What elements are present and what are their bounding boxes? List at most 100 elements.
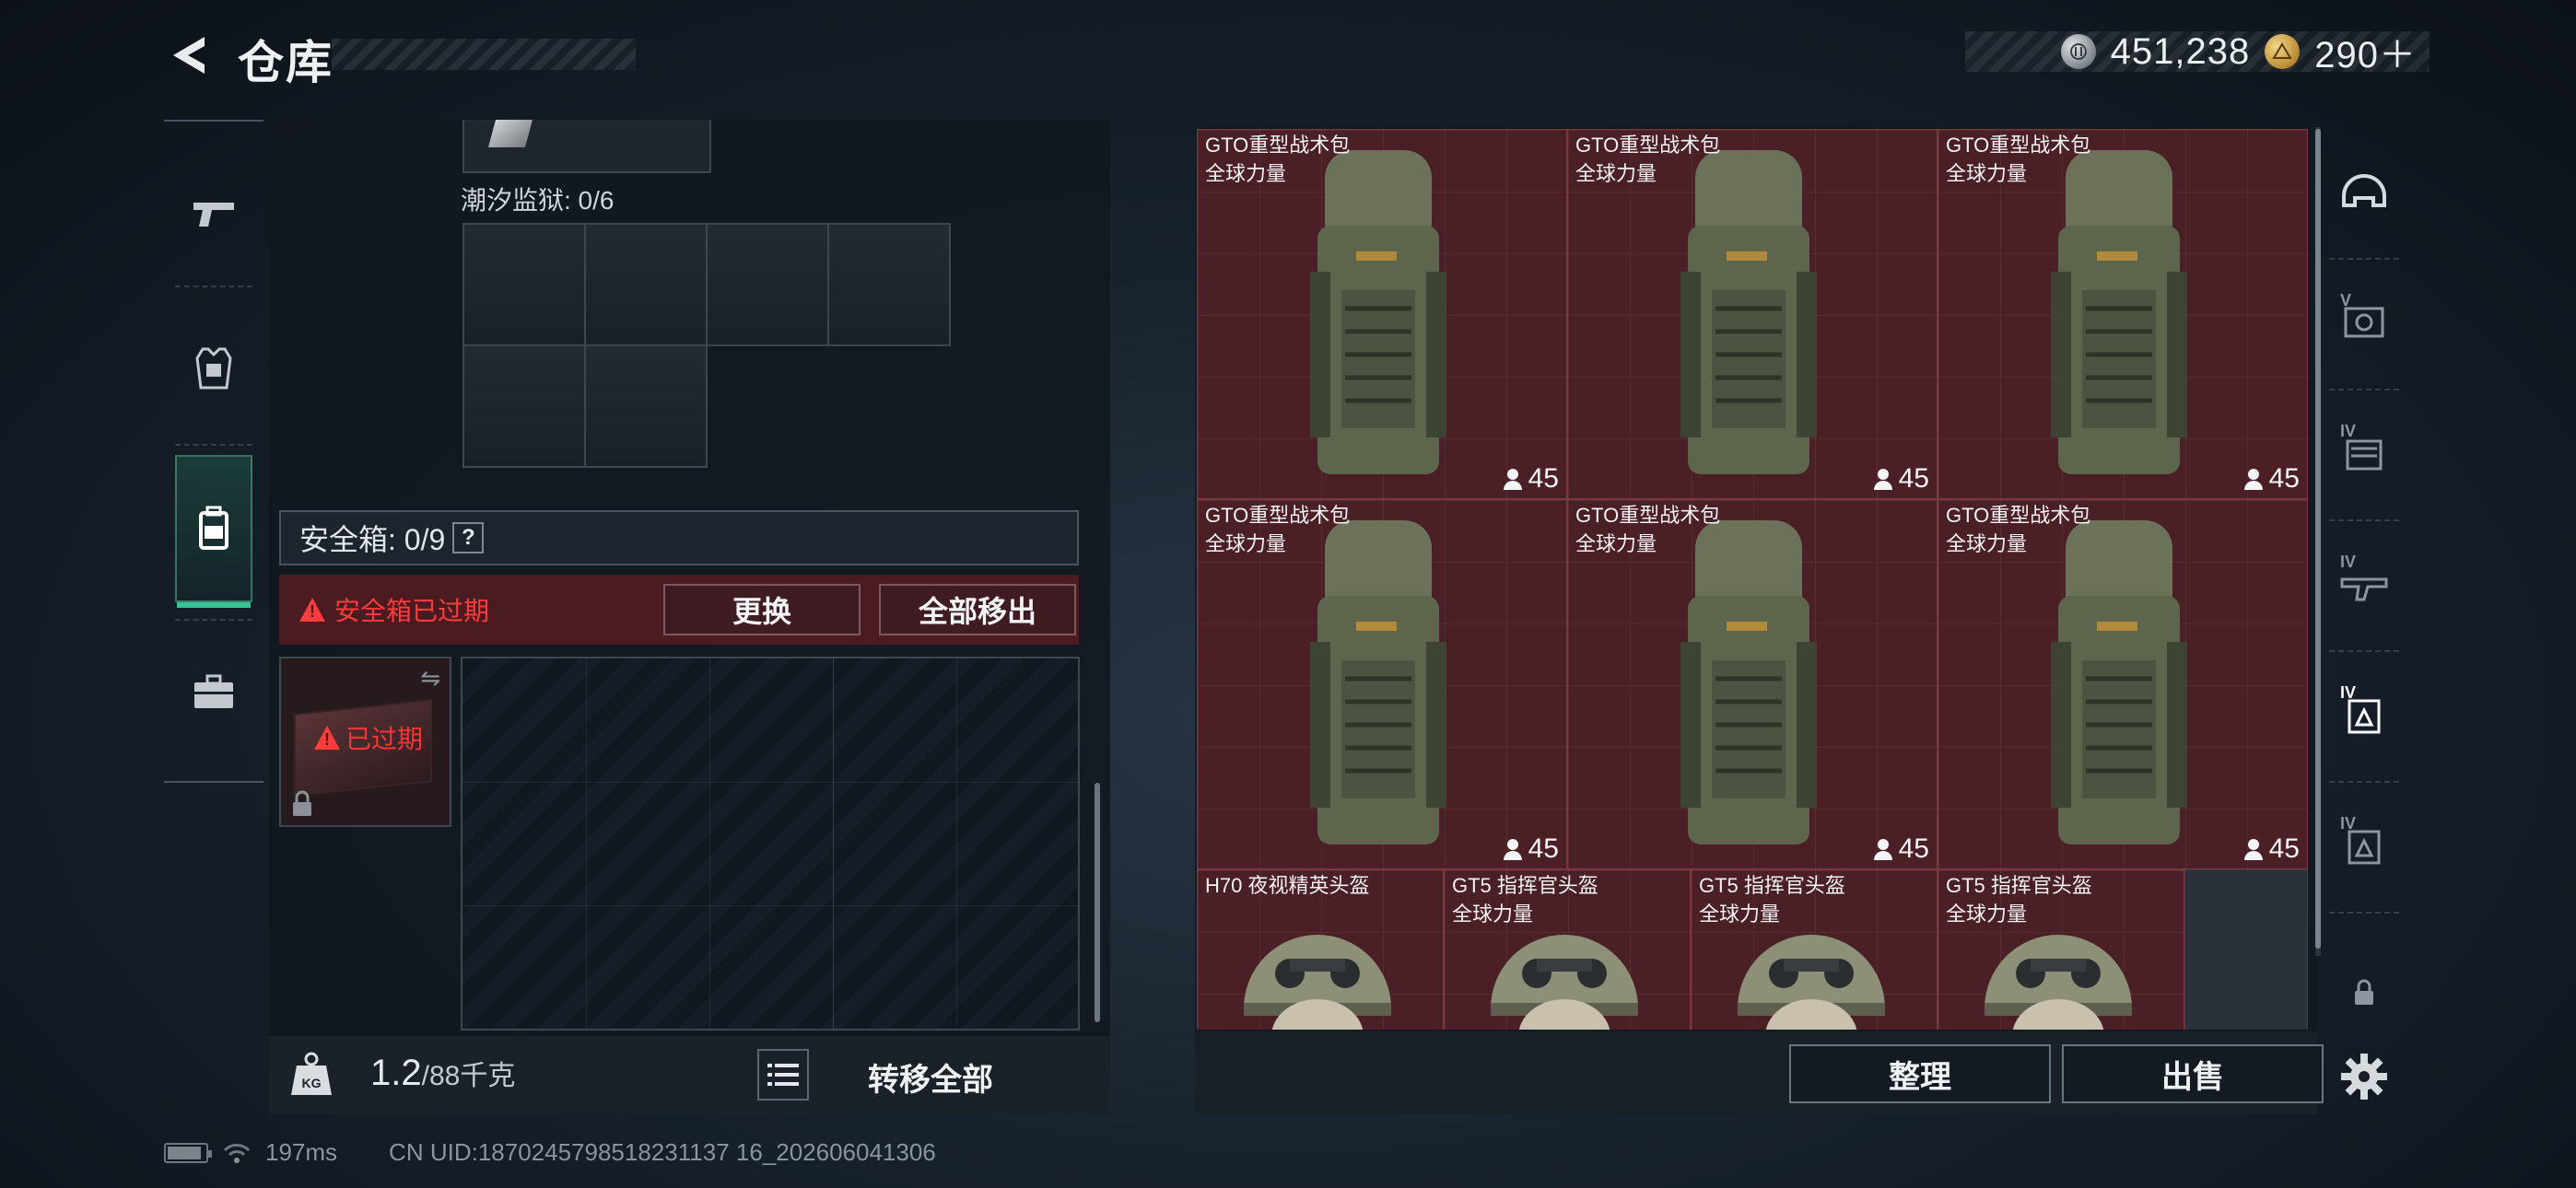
- helmet-image: [1244, 935, 1391, 1030]
- item-durability: 45: [2243, 833, 2300, 865]
- category-supplies[interactable]: [175, 619, 252, 766]
- category-backpack[interactable]: [175, 455, 252, 608]
- help-button[interactable]: ?: [452, 522, 485, 553]
- transfer-all-button[interactable]: 转移全部: [868, 1054, 993, 1100]
- category-armor[interactable]: [175, 295, 252, 442]
- grid-slot[interactable]: [584, 344, 708, 468]
- sell-button[interactable]: 出售: [2062, 1044, 2324, 1103]
- gear-icon: [2341, 1054, 2387, 1100]
- storage-item-helmet[interactable]: H70 夜视精英头盔: [1197, 869, 1444, 1030]
- item-name: GT5 指挥官头盔: [1946, 874, 2092, 897]
- backpack-image: [1680, 520, 1817, 844]
- safe-box-grid[interactable]: [461, 657, 1080, 1031]
- storage-item-backpack[interactable]: GTO重型战术包 全球力量 45: [1567, 499, 1938, 869]
- item-name: GTO重型战术包: [1575, 134, 1721, 157]
- item-brand: 全球力量: [1452, 903, 1534, 926]
- durability-icon: [1503, 839, 1522, 860]
- backpack-image: [1680, 150, 1817, 474]
- item-brand: 全球力量: [1946, 903, 2028, 926]
- item-brand: 全球力量: [1946, 532, 2028, 555]
- weight-icon: KG: [291, 1052, 332, 1095]
- item-brand: 全球力量: [1205, 162, 1287, 185]
- list-view-button[interactable]: [757, 1049, 809, 1101]
- warning-icon: [314, 726, 340, 750]
- grid-slot[interactable]: [584, 223, 708, 346]
- equipment-slot[interactable]: [463, 120, 711, 173]
- storage-footer: 整理 出售: [1195, 1031, 2324, 1114]
- lock-icon: [293, 790, 311, 816]
- battery-icon: [164, 1142, 212, 1163]
- vest-icon: [195, 347, 232, 390]
- helmet-filter-icon: [2342, 174, 2386, 207]
- silver-currency-value: 451,238: [2110, 30, 2251, 72]
- filter-helmet[interactable]: [2320, 127, 2408, 258]
- filter-rifle-tier[interactable]: IV: [2320, 519, 2408, 650]
- backpack-image: [1310, 520, 1446, 844]
- warning-icon: [299, 598, 325, 622]
- category-weapons[interactable]: [175, 140, 252, 287]
- filter-armor-tier[interactable]: V: [2320, 258, 2408, 389]
- safe-case-slot[interactable]: ⇋ 已过期: [279, 657, 451, 827]
- filter-backpack-tier[interactable]: IV: [2320, 650, 2408, 781]
- empty-slot[interactable]: [2184, 869, 2308, 1030]
- storage-item-backpack[interactable]: GTO重型战术包 全球力量 45: [1197, 129, 1567, 499]
- backpack-image: [2051, 150, 2187, 474]
- storage-item-helmet[interactable]: GT5 指挥官头盔 全球力量: [1444, 869, 1691, 1030]
- durability-icon: [1873, 469, 1892, 490]
- item-name: GT5 指挥官头盔: [1699, 874, 1845, 897]
- grid-slot[interactable]: [706, 223, 829, 346]
- filter-backpack-tier[interactable]: IV: [2320, 781, 2408, 912]
- grid-slot[interactable]: [463, 344, 586, 468]
- gold-currency-value[interactable]: 290＋: [2314, 25, 2417, 78]
- grid-slot[interactable]: [827, 223, 951, 346]
- category-rail: [164, 120, 263, 783]
- remove-all-button[interactable]: 全部移出: [879, 584, 1076, 635]
- storage-item-helmet[interactable]: GT5 指挥官头盔 全球力量: [1691, 869, 1938, 1030]
- durability-value: 45: [2268, 463, 2300, 494]
- locked-filter[interactable]: [2320, 956, 2408, 1030]
- tier-label: IV: [2340, 422, 2357, 440]
- item-brand: 全球力量: [1946, 162, 2028, 185]
- tier-label: V: [2340, 291, 2352, 309]
- swap-icon[interactable]: ⇋: [420, 664, 440, 693]
- weight-readout: 1.2/88千克: [370, 1053, 515, 1094]
- item-name: GTO重型战术包: [1575, 504, 1721, 527]
- briefcase-icon: [194, 674, 233, 708]
- storage-item-helmet[interactable]: GT5 指挥官头盔 全球力量: [1938, 869, 2184, 1030]
- tier-label: IV: [2340, 553, 2357, 571]
- item-brand: 全球力量: [1699, 903, 1781, 926]
- sort-button[interactable]: 整理: [1789, 1044, 2051, 1103]
- svg-text:KG: KG: [302, 1076, 322, 1090]
- durability-icon: [1873, 839, 1892, 860]
- uid-text: CN UID:1870245798518231137 16_2026060413…: [389, 1138, 936, 1166]
- scrollbar[interactable]: [1095, 783, 1100, 1022]
- storage-item-backpack[interactable]: GTO重型战术包 全球力量 45: [1567, 129, 1938, 499]
- back-arrow-icon: [173, 37, 205, 74]
- durability-icon: [2243, 839, 2263, 860]
- filter-rail: V IV IV IV IV: [2320, 127, 2408, 1114]
- storage-item-backpack[interactable]: GTO重型战术包 全球力量 45: [1197, 499, 1567, 869]
- back-button[interactable]: [161, 28, 217, 83]
- item-brand: 全球力量: [1575, 532, 1657, 555]
- durability-icon: [1503, 469, 1522, 490]
- case-expired-badge: 已过期: [314, 719, 423, 756]
- settings-button[interactable]: [2320, 1039, 2408, 1114]
- item-durability: 45: [2243, 463, 2300, 495]
- weight-value: 1.2: [370, 1053, 422, 1093]
- storage-item-backpack[interactable]: GTO重型战术包 全球力量 45: [1938, 499, 2308, 869]
- item-durability: 45: [1873, 463, 1929, 495]
- container-panel: 潮汐监狱: 0/6 安全箱: 0/9 ? 安全箱已过期 更换 全部移出 ⇋ 已过…: [269, 120, 1110, 1114]
- tier-label: IV: [2340, 683, 2357, 702]
- replace-button[interactable]: 更换: [663, 584, 861, 635]
- status-bar: 197ms CN UID:1870245798518231137 16_2026…: [164, 1138, 936, 1167]
- filter-chest-rig-tier[interactable]: IV: [2320, 389, 2408, 519]
- durability-value: 45: [1528, 833, 1559, 864]
- item-name: GTO重型战术包: [1946, 134, 2091, 157]
- durability-icon: [2243, 469, 2263, 490]
- storage-item-backpack[interactable]: GTO重型战术包 全球力量 45: [1938, 129, 2308, 499]
- item-brand: 全球力量: [1205, 532, 1287, 555]
- case-expired-text: 已过期: [345, 725, 424, 753]
- grid-slot[interactable]: [463, 223, 586, 346]
- gold-coin-icon: [2265, 34, 2301, 69]
- item-brand: 全球力量: [1575, 162, 1657, 185]
